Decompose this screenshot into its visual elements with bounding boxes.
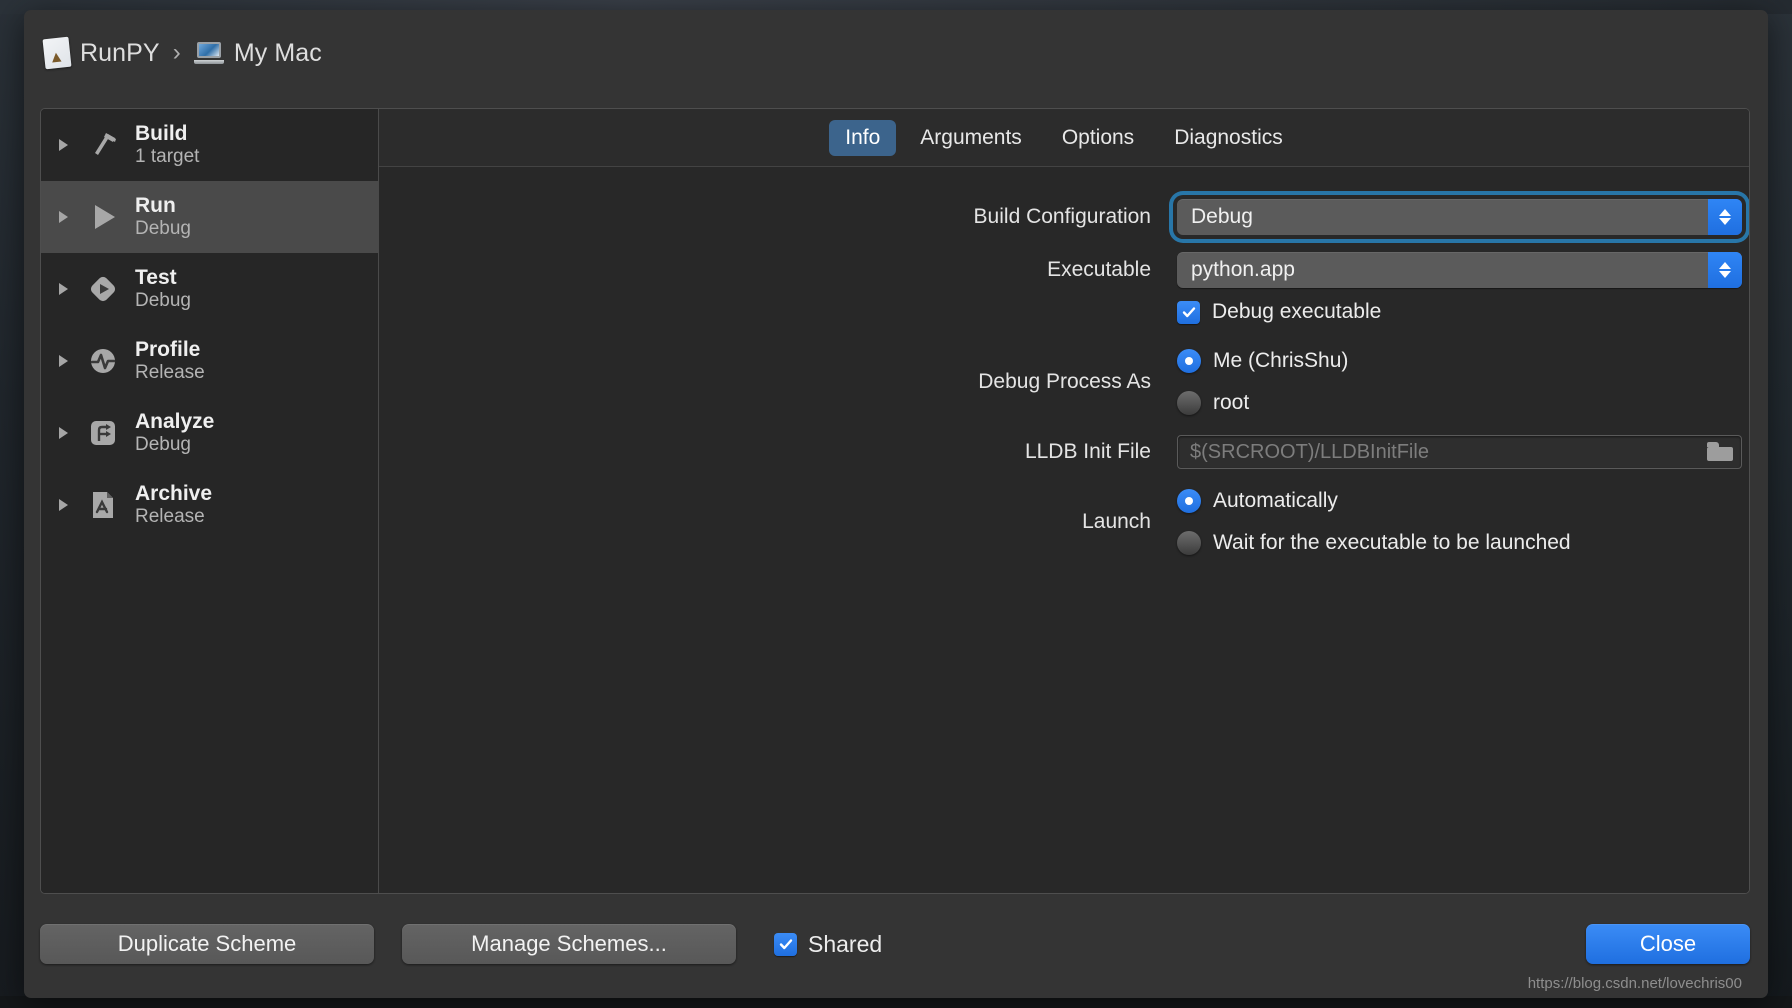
breadcrumb: ▲ RunPY › My Mac <box>42 36 322 70</box>
duplicate-scheme-button[interactable]: Duplicate Scheme <box>40 924 374 964</box>
sidebar-item-title: Analyze <box>135 409 215 433</box>
radio-selected-icon <box>1177 349 1201 373</box>
scheme-document-icon: ▲ <box>42 36 72 70</box>
analyze-icon <box>83 416 123 450</box>
build-configuration-popup[interactable]: Debug <box>1177 199 1742 235</box>
radio-selected-icon <box>1177 489 1201 513</box>
checkmark-icon <box>1177 300 1200 324</box>
breadcrumb-separator: › <box>172 39 181 66</box>
radio-unselected-icon <box>1177 391 1201 415</box>
row-lldb-init-file: LLDB Init File $(SRCROOT)/LLDBInitFile <box>379 433 1749 471</box>
launch-label: Launch <box>1082 510 1151 533</box>
macbook-icon <box>193 42 224 64</box>
disclosure-triangle-icon[interactable] <box>55 211 71 223</box>
row-build-configuration: Build Configuration Debug <box>379 195 1749 239</box>
disclosure-triangle-icon[interactable] <box>55 355 71 367</box>
lldb-init-file-placeholder: $(SRCROOT)/LLDBInitFile <box>1190 440 1429 463</box>
watermark: https://blog.csdn.net/lovechris00 <box>1527 975 1742 992</box>
sidebar-item-analyze[interactable]: Analyze Debug <box>41 397 378 469</box>
radio-label: Automatically <box>1213 489 1338 512</box>
hammer-icon <box>83 128 123 162</box>
radio-debug-process-root[interactable]: root <box>1177 385 1348 421</box>
breadcrumb-scheme-label: RunPY <box>80 38 160 67</box>
sidebar-item-subtitle: Debug <box>135 434 191 456</box>
sidebar-item-subtitle: Debug <box>135 290 191 312</box>
chevron-up-down-icon[interactable] <box>1708 252 1742 288</box>
lldb-init-file-field[interactable]: $(SRCROOT)/LLDBInitFile <box>1177 435 1742 469</box>
sidebar-item-title: Archive <box>135 481 213 505</box>
executable-value: python.app <box>1191 258 1295 281</box>
lldb-init-file-label: LLDB Init File <box>1024 440 1151 463</box>
breadcrumb-destination-label: My Mac <box>233 38 322 67</box>
disclosure-triangle-icon[interactable] <box>55 139 71 151</box>
tab-options[interactable]: Options <box>1046 120 1150 156</box>
sidebar-item-title: Test <box>135 265 177 289</box>
scheme-action-sidebar: Build 1 target Run Debug Test Debug Prof… <box>41 109 379 893</box>
sidebar-item-profile[interactable]: Profile Release <box>41 325 378 397</box>
sidebar-item-subtitle: Debug <box>135 218 191 240</box>
build-configuration-focus-ring: Debug <box>1173 195 1746 239</box>
scheme-editor-sheet: ▲ RunPY › My Mac Build 1 target Run Debu… <box>24 10 1768 998</box>
sidebar-item-subtitle: 1 target <box>135 146 200 168</box>
tab-diagnostics[interactable]: Diagnostics <box>1158 120 1299 156</box>
disclosure-triangle-icon[interactable] <box>55 499 71 511</box>
sidebar-item-build[interactable]: Build 1 target <box>41 109 378 181</box>
executable-label: Executable <box>1047 258 1151 281</box>
disclosure-triangle-icon[interactable] <box>55 283 71 295</box>
checkmark-icon <box>774 932 797 956</box>
radio-label: root <box>1213 391 1250 414</box>
launch-radio-group: Automatically Wait for the executable to… <box>1177 483 1571 561</box>
executable-popup[interactable]: python.app <box>1177 252 1742 288</box>
desktop-backdrop-left <box>0 0 26 1008</box>
archive-app-icon <box>83 488 123 522</box>
sidebar-item-subtitle: Release <box>135 362 205 384</box>
sidebar-item-test[interactable]: Test Debug <box>41 253 378 325</box>
pulse-icon <box>83 344 123 378</box>
debug-process-as-radio-group: Me (ChrisShu) root <box>1177 343 1348 421</box>
row-executable: Executable python.app <box>379 251 1749 289</box>
manage-schemes-button[interactable]: Manage Schemes... <box>402 924 736 964</box>
sidebar-item-archive[interactable]: Archive Release <box>41 469 378 541</box>
footer-toolbar: Duplicate Scheme Manage Schemes... Share… <box>40 916 1750 972</box>
chevron-up-down-icon[interactable] <box>1708 199 1742 235</box>
row-debug-process-as: Debug Process As Me (ChrisShu) root <box>379 343 1749 421</box>
radio-launch-automatically[interactable]: Automatically <box>1177 483 1571 519</box>
breadcrumb-scheme[interactable]: ▲ RunPY <box>42 36 160 70</box>
debug-process-as-label: Debug Process As <box>978 370 1151 393</box>
radio-launch-wait[interactable]: Wait for the executable to be launched <box>1177 525 1571 561</box>
sidebar-item-subtitle: Release <box>135 506 205 528</box>
test-diamond-icon <box>83 272 123 306</box>
sidebar-item-run[interactable]: Run Debug <box>41 181 378 253</box>
debug-executable-checkbox[interactable]: Debug executable <box>1177 300 1381 324</box>
disclosure-triangle-icon[interactable] <box>55 427 71 439</box>
radio-label: Wait for the executable to be launched <box>1213 531 1571 554</box>
play-icon <box>83 200 123 234</box>
breadcrumb-destination[interactable]: My Mac <box>193 38 322 68</box>
detail-pane: Info Arguments Options Diagnostics Build… <box>379 109 1749 893</box>
shared-label: Shared <box>808 930 883 957</box>
folder-icon[interactable] <box>1707 442 1733 462</box>
radio-label: Me (ChrisShu) <box>1213 349 1349 372</box>
scheme-editor-card: Build 1 target Run Debug Test Debug Prof… <box>40 108 1750 894</box>
tab-info[interactable]: Info <box>829 119 897 156</box>
close-button[interactable]: Close <box>1586 924 1750 964</box>
sidebar-item-title: Build <box>135 121 188 145</box>
sidebar-item-title: Run <box>135 193 176 217</box>
build-configuration-value: Debug <box>1191 205 1253 228</box>
sidebar-item-title: Profile <box>135 337 201 361</box>
info-form: Build Configuration Debug Executable pyt… <box>379 167 1749 893</box>
debug-executable-label: Debug executable <box>1212 300 1382 323</box>
build-configuration-label: Build Configuration <box>973 205 1151 228</box>
row-launch: Launch Automatically Wait for the execut… <box>379 483 1749 561</box>
tab-arguments[interactable]: Arguments <box>904 120 1038 156</box>
shared-checkbox[interactable]: Shared <box>774 931 882 958</box>
radio-unselected-icon <box>1177 531 1201 555</box>
row-debug-executable: Debug executable <box>379 293 1749 331</box>
tab-bar: Info Arguments Options Diagnostics <box>379 109 1749 167</box>
radio-debug-process-me[interactable]: Me (ChrisShu) <box>1177 343 1348 379</box>
